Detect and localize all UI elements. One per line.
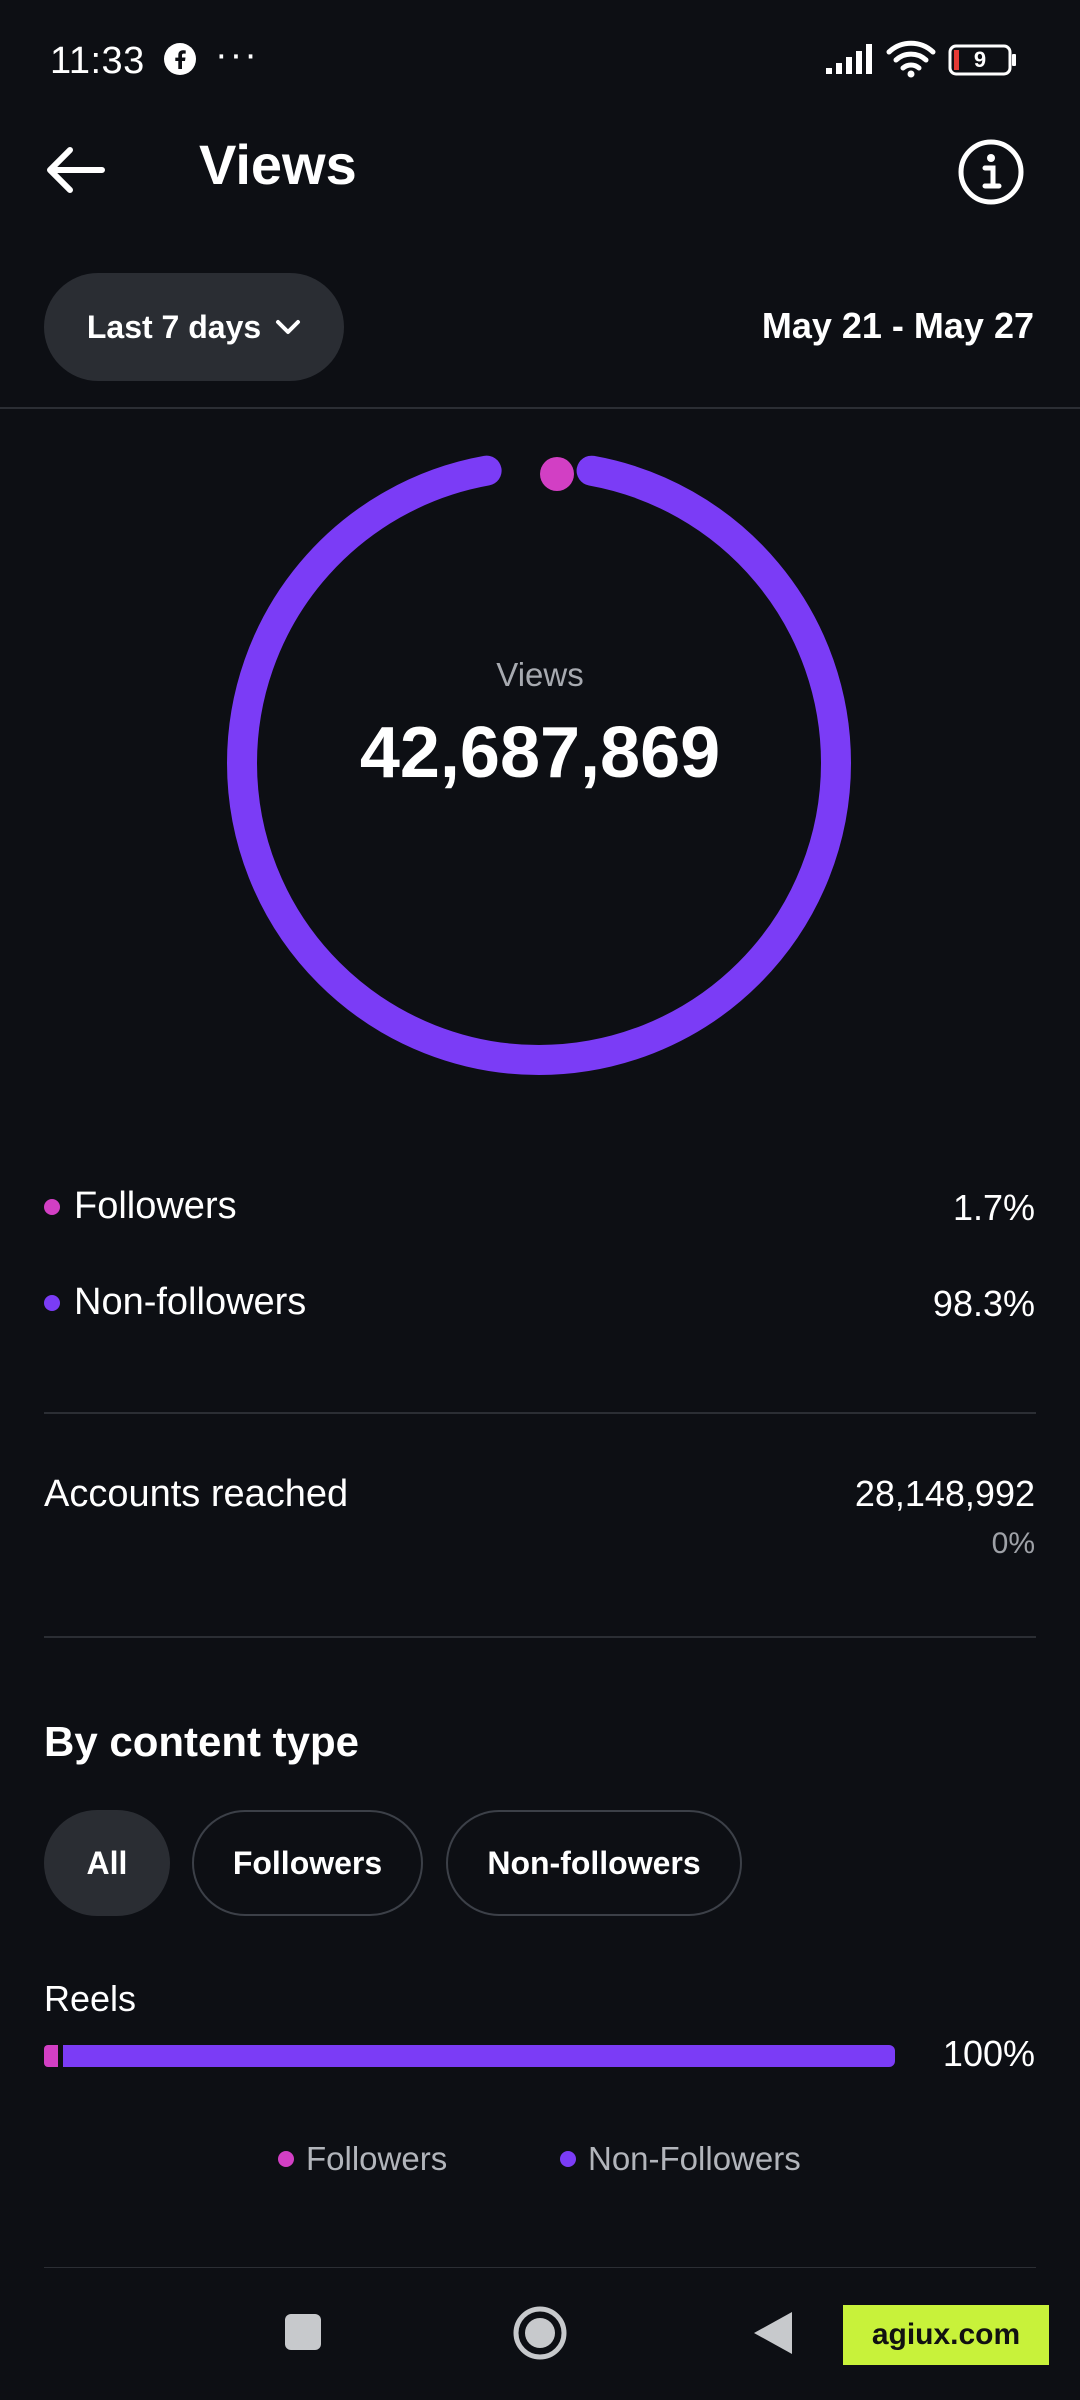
battery-level: 9 xyxy=(973,47,987,72)
non-followers-percent: 98.3% xyxy=(932,1283,1035,1324)
reels-followers-bar xyxy=(44,2045,59,2067)
tab-all[interactable]: All xyxy=(44,1810,170,1916)
section-title: By content type xyxy=(44,1718,360,1765)
battery-icon: 9 xyxy=(948,44,1018,76)
legend-followers: Followers xyxy=(44,1185,237,1228)
followers-percent: 1.7% xyxy=(952,1187,1035,1228)
facebook-icon xyxy=(164,43,196,75)
date-range-dropdown[interactable]: Last 7 days xyxy=(44,273,344,381)
legend-item-non-followers: Non-Followers xyxy=(560,2140,801,2178)
signal-icon xyxy=(826,44,872,74)
tab-followers[interactable]: Followers xyxy=(192,1810,423,1916)
legend-non-followers: Non-followers xyxy=(44,1281,306,1324)
divider xyxy=(44,1636,1036,1638)
reels-non-followers-bar xyxy=(63,2045,895,2067)
date-range-text: May 21 - May 27 xyxy=(761,305,1034,346)
nav-back-button[interactable] xyxy=(752,2310,794,2356)
legend-item-label: Non-Followers xyxy=(588,2140,801,2177)
status-bar: 11:33 ··· 9 xyxy=(0,0,1080,120)
page-title: Views xyxy=(199,133,357,196)
recents-button[interactable] xyxy=(285,2314,321,2350)
views-total: 42,687,869 xyxy=(359,713,721,793)
donut-label: Views xyxy=(496,656,584,693)
accounts-reached-row[interactable]: Accounts reached xyxy=(44,1473,348,1516)
followers-arc xyxy=(540,457,574,491)
content-type-label: Reels xyxy=(44,1978,137,2019)
status-time: 11:33 xyxy=(50,40,145,82)
divider xyxy=(44,1412,1036,1414)
non-followers-dot-icon xyxy=(44,1294,60,1311)
watermark-badge: agiux.com xyxy=(843,2305,1049,2365)
wifi-icon xyxy=(886,40,936,78)
divider xyxy=(0,407,1080,409)
followers-dot-icon xyxy=(44,1198,60,1215)
followers-dot-icon xyxy=(278,2151,294,2167)
legend-followers-label: Followers xyxy=(74,1185,237,1227)
home-button[interactable] xyxy=(512,2305,568,2361)
non-followers-dot-icon xyxy=(560,2151,576,2167)
legend-item-label: Followers xyxy=(306,2140,448,2177)
accounts-reached-label: Accounts reached xyxy=(44,1473,349,1515)
accounts-reached-value: 28,148,992 xyxy=(854,1473,1035,1514)
more-notifications-icon: ··· xyxy=(215,34,259,76)
legend-item-followers: Followers xyxy=(278,2140,447,2178)
chevron-down-icon xyxy=(276,320,301,334)
tab-non-followers[interactable]: Non-followers xyxy=(446,1810,742,1916)
reels-percent: 100% xyxy=(942,2033,1035,2074)
accounts-reached-change: 0% xyxy=(991,1527,1035,1560)
date-range-dropdown-label: Last 7 days xyxy=(86,308,262,345)
back-button[interactable] xyxy=(40,140,120,200)
info-icon[interactable] xyxy=(957,138,1025,206)
legend-non-followers-label: Non-followers xyxy=(74,1281,307,1323)
